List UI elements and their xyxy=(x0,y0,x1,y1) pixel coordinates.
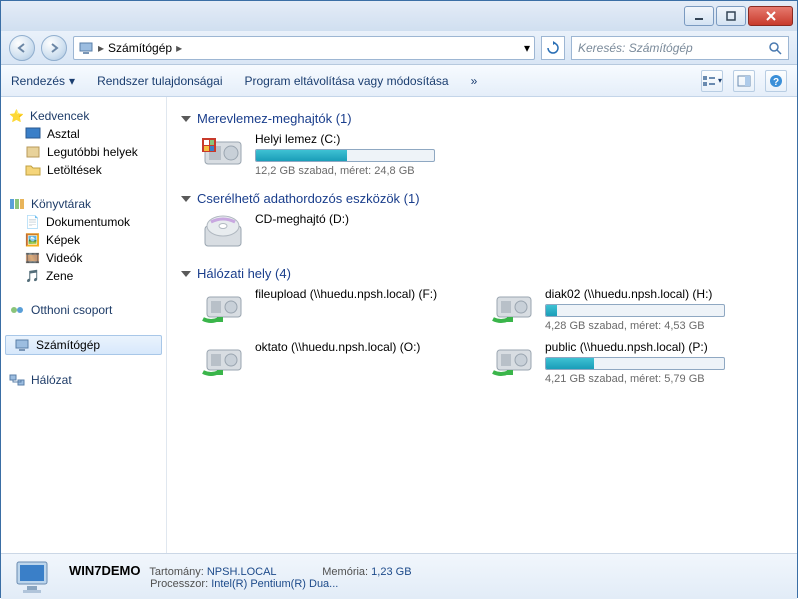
organize-menu[interactable]: Rendezés ▾ xyxy=(11,74,75,88)
net-drive-icon xyxy=(491,287,535,327)
network-icon xyxy=(9,373,25,387)
collapse-icon xyxy=(181,196,191,202)
collapse-icon xyxy=(181,116,191,122)
uninstall-program-button[interactable]: Program eltávolítása vagy módosítása xyxy=(245,74,449,88)
navigation-row: ▸ Számítógép ▸ ▾ Keresés: Számítógép xyxy=(1,31,797,65)
sidebar-item-downloads[interactable]: Letöltések xyxy=(1,161,166,179)
help-button[interactable]: ? xyxy=(765,70,787,92)
drive-label: oktato (\\huedu.npsh.local) (O:) xyxy=(255,340,461,354)
net-drive-icon xyxy=(201,287,245,327)
dropdown-icon[interactable]: ▾ xyxy=(524,41,530,55)
drive-item[interactable]: public (\\huedu.npsh.local) (P:) 4,21 GB … xyxy=(491,340,751,385)
usage-bar xyxy=(545,304,725,317)
drive-item[interactable]: fileupload (\\huedu.npsh.local) (F:) xyxy=(201,287,461,332)
drive-label: public (\\huedu.npsh.local) (P:) xyxy=(545,340,751,354)
folder-icon xyxy=(25,163,41,177)
view-options-button[interactable]: ▾ xyxy=(701,70,723,92)
titlebar xyxy=(1,1,797,31)
net-drive-icon xyxy=(491,340,535,380)
drive-label: fileupload (\\huedu.npsh.local) (F:) xyxy=(255,287,461,301)
status-bar: WIN7DEMO Tartomány: NPSH.LOCAL Memória: … xyxy=(1,553,797,599)
collapse-icon xyxy=(181,271,191,277)
preview-pane-button[interactable] xyxy=(733,70,755,92)
close-button[interactable] xyxy=(748,6,793,26)
computer-icon xyxy=(78,40,94,56)
computer-large-icon xyxy=(13,558,57,596)
navigation-pane: ⭐Kedvencek Asztal Legutóbbi helyek Letöl… xyxy=(1,97,167,553)
desktop-icon xyxy=(25,127,41,141)
main-content: Merevlemez-meghajtók (1) Helyi lemez (C:)… xyxy=(167,97,797,553)
drive-subtext: 4,28 GB szabad, méret: 4,53 GB xyxy=(545,320,751,332)
category-header[interactable]: Cserélhető adathordozós eszközök (1) xyxy=(181,189,783,208)
drive-item[interactable]: oktato (\\huedu.npsh.local) (O:) xyxy=(201,340,461,385)
net-drive-icon xyxy=(201,340,245,380)
minimize-button[interactable] xyxy=(684,6,714,26)
libraries-icon xyxy=(9,197,25,211)
system-properties-button[interactable]: Rendszer tulajdonságai xyxy=(97,74,222,88)
drive-subtext: 4,21 GB szabad, méret: 5,79 GB xyxy=(545,373,751,385)
maximize-button[interactable] xyxy=(716,6,746,26)
sidebar-network[interactable]: Hálózat xyxy=(1,371,166,389)
drive-item[interactable]: CD-meghajtó (D:) xyxy=(201,212,461,252)
sidebar-libraries[interactable]: Könyvtárak xyxy=(1,195,166,213)
drive-label: CD-meghajtó (D:) xyxy=(255,212,461,226)
drive-subtext: 12,2 GB szabad, méret: 24,8 GB xyxy=(255,165,461,177)
chevron-right-icon: ▸ xyxy=(176,41,182,55)
refresh-button[interactable] xyxy=(541,36,565,60)
usage-bar xyxy=(255,149,435,162)
usage-bar xyxy=(545,357,725,370)
search-icon xyxy=(768,41,782,55)
sidebar-item-desktop[interactable]: Asztal xyxy=(1,125,166,143)
category-header[interactable]: Merevlemez-meghajtók (1) xyxy=(181,109,783,128)
breadcrumb-item[interactable]: Számítógép xyxy=(108,41,172,55)
drive-item[interactable]: diak02 (\\huedu.npsh.local) (H:) 4,28 GB … xyxy=(491,287,751,332)
video-icon: 🎞️ xyxy=(25,251,40,265)
sidebar-homegroup[interactable]: Otthoni csoport xyxy=(1,301,166,319)
picture-icon: 🖼️ xyxy=(25,233,40,247)
drive-label: diak02 (\\huedu.npsh.local) (H:) xyxy=(545,287,751,301)
hdd-drive-icon xyxy=(201,132,245,172)
drive-label: Helyi lemez (C:) xyxy=(255,132,461,146)
star-icon: ⭐ xyxy=(9,109,24,123)
search-input[interactable]: Keresés: Számítógép xyxy=(571,36,789,60)
sidebar-computer[interactable]: Számítógép xyxy=(5,335,162,355)
sidebar-item-music[interactable]: 🎵Zene xyxy=(1,267,166,285)
sidebar-item-documents[interactable]: 📄Dokumentumok xyxy=(1,213,166,231)
toolbar-more[interactable]: » xyxy=(471,74,478,88)
svg-text:?: ? xyxy=(773,77,779,88)
chevron-down-icon: ▾ xyxy=(69,74,75,88)
forward-button[interactable] xyxy=(41,35,67,61)
recent-icon xyxy=(25,145,41,159)
sidebar-item-videos[interactable]: 🎞️Videók xyxy=(1,249,166,267)
category-header[interactable]: Hálózati hely (4) xyxy=(181,264,783,283)
sidebar-item-pictures[interactable]: 🖼️Képek xyxy=(1,231,166,249)
homegroup-icon xyxy=(9,303,25,317)
sidebar-item-recent[interactable]: Legutóbbi helyek xyxy=(1,143,166,161)
cd-drive-icon xyxy=(201,212,245,252)
back-button[interactable] xyxy=(9,35,35,61)
drive-item[interactable]: Helyi lemez (C:) 12,2 GB szabad, méret: 2… xyxy=(201,132,461,177)
sidebar-favorites[interactable]: ⭐Kedvencek xyxy=(1,107,166,125)
breadcrumb[interactable]: ▸ Számítógép ▸ ▾ xyxy=(73,36,535,60)
music-icon: 🎵 xyxy=(25,269,40,283)
toolbar: Rendezés ▾ Rendszer tulajdonságai Progra… xyxy=(1,65,797,97)
computer-icon xyxy=(14,338,30,352)
chevron-right-icon: ▸ xyxy=(98,41,104,55)
document-icon: 📄 xyxy=(25,215,40,229)
computer-name: WIN7DEMO xyxy=(69,563,141,578)
